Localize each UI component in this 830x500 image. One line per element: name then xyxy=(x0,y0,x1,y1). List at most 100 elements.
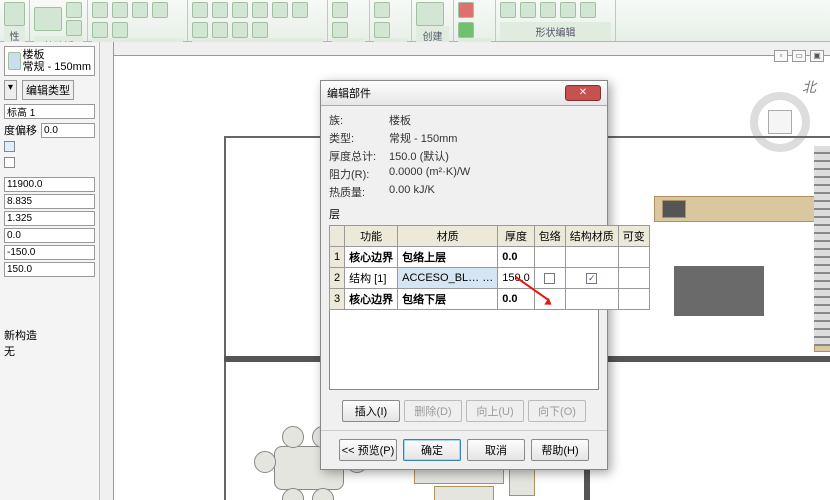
layers-label: 层 xyxy=(329,206,599,222)
help-button[interactable]: 帮助(H) xyxy=(531,439,589,461)
modify-icon[interactable] xyxy=(252,2,268,18)
thickness-value: 150.0 (默认) xyxy=(389,148,599,164)
material-cell[interactable]: ACCESO_BL… … xyxy=(398,268,498,289)
ribbon: 性 剪贴板 几何图形 修改 视图 测量 创建 模式 形状编辑 xyxy=(0,0,830,42)
col-material: 材质 xyxy=(398,226,498,247)
table-empty-area xyxy=(329,310,599,390)
geom-icon[interactable] xyxy=(92,2,108,18)
modify-icon[interactable] xyxy=(192,2,208,18)
table-row[interactable]: 3 核心边界 包络下层 0.0 xyxy=(330,289,650,310)
type-label: 类型: xyxy=(329,130,389,146)
layers-table[interactable]: 功能 材质 厚度 包络 结构材质 可变 1 核心边界 包络上层 0.0 2 结构… xyxy=(329,225,650,310)
mode-icon[interactable] xyxy=(458,22,474,38)
paste-icon[interactable] xyxy=(34,7,62,31)
move-up-button[interactable]: 向上(U) xyxy=(466,400,524,422)
modify-icon[interactable] xyxy=(292,2,308,18)
structural-checkbox[interactable] xyxy=(586,273,597,284)
properties-panel: 楼板 常规 - 150mm ▾ 编辑类型 度偏移 新构造 无 xyxy=(0,42,100,500)
cut-icon[interactable] xyxy=(66,2,82,18)
delete-button[interactable]: 删除(D) xyxy=(404,400,462,422)
value-field[interactable] xyxy=(4,262,95,277)
col-num xyxy=(330,226,345,247)
shape-icon[interactable] xyxy=(540,2,556,18)
geom-icon[interactable] xyxy=(132,2,148,18)
level-field[interactable] xyxy=(4,104,95,119)
mode-icon[interactable] xyxy=(458,2,474,18)
value-field[interactable] xyxy=(4,245,95,260)
filter-button[interactable]: ▾ xyxy=(4,80,17,100)
shape-icon[interactable] xyxy=(520,2,536,18)
resistance-value: 0.0000 (m²·K)/W xyxy=(389,166,599,182)
measure-icon[interactable] xyxy=(374,22,390,38)
value-field[interactable] xyxy=(4,194,95,209)
type-value: 常规 - 150mm xyxy=(389,130,599,146)
browse-icon[interactable]: … xyxy=(482,272,493,284)
mass-label: 热质量: xyxy=(329,184,389,200)
checkbox[interactable] xyxy=(4,141,15,152)
dialog-titlebar[interactable]: 编辑部件 ✕ xyxy=(321,81,607,106)
resistance-label: 阻力(R): xyxy=(329,166,389,182)
thickness-label: 厚度总计: xyxy=(329,148,389,164)
edit-assembly-dialog: 编辑部件 ✕ 族:楼板 类型:常规 - 150mm 厚度总计:150.0 (默认… xyxy=(320,80,608,470)
properties-icon[interactable] xyxy=(4,2,25,26)
thickness-cell[interactable]: 150.0 xyxy=(498,268,535,289)
modify-icon[interactable] xyxy=(192,22,208,38)
table-row[interactable]: 2 结构 [1] ACCESO_BL… … 150.0 xyxy=(330,268,650,289)
floor-icon xyxy=(8,52,21,70)
rg-label: 形状编辑 xyxy=(500,22,611,41)
edit-type-button[interactable]: 编辑类型 xyxy=(22,80,74,100)
col-thickness: 厚度 xyxy=(498,226,535,247)
modify-icon[interactable] xyxy=(212,2,228,18)
new-construction-label: 新构造 xyxy=(4,327,95,343)
dialog-footer: << 预览(P) 确定 取消 帮助(H) xyxy=(321,430,607,469)
shape-icon[interactable] xyxy=(500,2,516,18)
mass-value: 0.00 kJ/K xyxy=(389,184,599,200)
checkbox[interactable] xyxy=(4,157,15,168)
none-label: 无 xyxy=(4,343,95,359)
modify-icon[interactable] xyxy=(232,2,248,18)
geom-icon[interactable] xyxy=(92,22,108,38)
shape-icon[interactable] xyxy=(580,2,596,18)
type-name: 常规 - 150mm xyxy=(23,61,91,73)
table-header-row: 功能 材质 厚度 包络 结构材质 可变 xyxy=(330,226,650,247)
close-button[interactable]: ✕ xyxy=(565,85,601,101)
shape-icon[interactable] xyxy=(560,2,576,18)
table-row[interactable]: 1 核心边界 包络上层 0.0 xyxy=(330,247,650,268)
ok-button[interactable]: 确定 xyxy=(403,439,461,461)
create-icon[interactable] xyxy=(416,2,444,26)
geom-icon[interactable] xyxy=(112,2,128,18)
view-icon[interactable] xyxy=(332,2,348,18)
copy-icon[interactable] xyxy=(66,20,82,36)
geom-icon[interactable] xyxy=(152,2,168,18)
modify-icon[interactable] xyxy=(212,22,228,38)
modify-icon[interactable] xyxy=(232,22,248,38)
dialog-title: 编辑部件 xyxy=(327,85,371,101)
modify-icon[interactable] xyxy=(272,2,288,18)
value-field[interactable] xyxy=(4,211,95,226)
layer-buttons: 插入(I) 删除(D) 向上(U) 向下(O) xyxy=(329,400,599,422)
col-variable: 可变 xyxy=(618,226,649,247)
geom-icon[interactable] xyxy=(112,22,128,38)
family-name: 楼板 xyxy=(23,49,91,61)
measure-icon[interactable] xyxy=(374,2,390,18)
family-label: 族: xyxy=(329,112,389,128)
wrap-checkbox[interactable] xyxy=(544,273,555,284)
preview-button[interactable]: << 预览(P) xyxy=(339,439,397,461)
family-value: 楼板 xyxy=(389,112,599,128)
offset-field[interactable] xyxy=(41,123,95,138)
assembly-info: 族:楼板 类型:常规 - 150mm 厚度总计:150.0 (默认) 阻力(R)… xyxy=(329,112,599,200)
modify-icon[interactable] xyxy=(252,22,268,38)
value-field[interactable] xyxy=(4,228,95,243)
insert-button[interactable]: 插入(I) xyxy=(342,400,400,422)
ruler-horizontal xyxy=(100,42,830,56)
col-struct-mat: 结构材质 xyxy=(565,226,618,247)
col-function: 功能 xyxy=(345,226,398,247)
offset-label: 度偏移 xyxy=(4,122,37,138)
move-down-button[interactable]: 向下(O) xyxy=(528,400,586,422)
col-wrap: 包络 xyxy=(534,226,565,247)
view-icon[interactable] xyxy=(332,22,348,38)
cancel-button[interactable]: 取消 xyxy=(467,439,525,461)
ruler-vertical xyxy=(100,42,114,500)
value-field[interactable] xyxy=(4,177,95,192)
type-selector[interactable]: 楼板 常规 - 150mm xyxy=(4,46,95,76)
